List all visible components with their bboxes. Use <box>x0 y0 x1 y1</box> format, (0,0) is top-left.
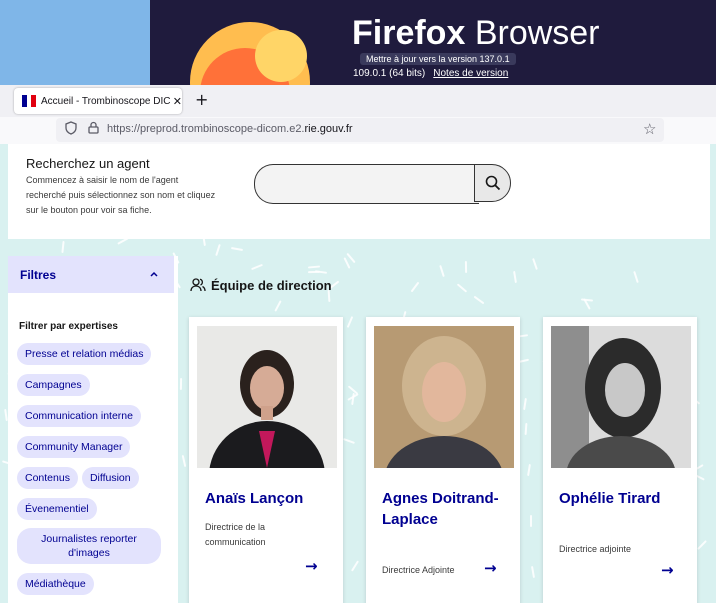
direction-section-header: Équipe de direction <box>190 277 332 293</box>
background-dash <box>307 270 321 274</box>
background-dash <box>350 560 360 572</box>
filter-tag[interactable]: Évenementiel <box>17 498 97 520</box>
agent-role: Directrice de la communication <box>205 522 266 547</box>
agent-card[interactable]: Agnes Doitrand-Laplace Directrice Adjoin… <box>366 317 520 603</box>
team-icon <box>190 278 206 292</box>
search-button[interactable] <box>474 164 511 202</box>
background-dash <box>524 422 528 436</box>
background-dash <box>530 565 536 579</box>
background-dash <box>527 463 531 477</box>
desktop-background <box>0 0 150 85</box>
background-dash <box>439 264 445 278</box>
background-dash <box>274 300 282 312</box>
lock-icon[interactable] <box>88 121 99 137</box>
update-button[interactable]: Mettre à jour vers la version 137.0.1 <box>360 53 516 65</box>
version-number: 109.0.1 (64 bits) <box>353 68 426 79</box>
agent-role: Directrice adjointe <box>559 544 632 554</box>
brand-light: Browser <box>474 14 600 52</box>
background-dash <box>351 392 355 406</box>
background-dash <box>513 270 517 284</box>
background-dash <box>473 295 485 305</box>
filters-toggle[interactable]: Filtres <box>8 256 174 293</box>
agent-role: Directrice Adjointe <box>382 565 455 575</box>
filter-tag[interactable]: Presse et relation médias <box>17 343 152 365</box>
release-notes-link[interactable]: Notes de version <box>433 68 508 79</box>
filter-tag[interactable]: Médiathèque <box>17 573 94 595</box>
agent-photo <box>197 326 337 468</box>
search-icon <box>485 175 500 191</box>
filter-tag[interactable]: Community Manager <box>17 436 131 458</box>
arrow-right-icon[interactable]: → <box>661 561 674 579</box>
background-dash <box>307 265 321 269</box>
firefox-brand-title: Firefox Browser <box>352 14 600 52</box>
filter-tag[interactable]: Diffusion <box>81 467 139 489</box>
search-title: Recherchez un agent <box>26 156 150 171</box>
background-dash <box>530 515 532 527</box>
direction-title: Équipe de direction <box>211 277 332 293</box>
agent-search-input[interactable] <box>254 164 479 204</box>
url-domain: rie.gouv.fr <box>304 123 353 135</box>
background-dash <box>61 240 65 254</box>
background-dash <box>633 270 639 284</box>
agent-photo <box>374 326 514 468</box>
expertise-tags: Presse et relation médias Campagnes Comm… <box>17 342 177 603</box>
url-prefix: https://preprod.trombinoscope-dicom.e2. <box>107 123 305 135</box>
background-dash <box>697 540 707 550</box>
filters-header: Filtres <box>20 267 57 282</box>
url-text[interactable]: https://preprod.trombinoscope-dicom.e2.r… <box>107 123 353 135</box>
agent-photo <box>551 326 691 468</box>
background-dash <box>346 316 354 328</box>
firefox-logo-tail <box>255 30 307 82</box>
agent-name: Anaïs Lançon <box>205 490 304 507</box>
background-dash <box>343 438 355 444</box>
new-tab-button[interactable]: + <box>195 90 208 109</box>
search-help-text: Commencez à saisir le nom de l'agent rec… <box>26 175 216 215</box>
background-dash <box>532 258 538 270</box>
background-dash <box>523 397 527 411</box>
tab-title: Accueil - Trombinoscope DICOM <box>40 95 171 107</box>
filter-tag[interactable]: Campagnes <box>17 374 90 396</box>
background-dash <box>215 243 221 257</box>
agent-card[interactable]: Anaïs Lançon Directrice de la communicat… <box>189 317 343 603</box>
filter-tag[interactable]: Contenus <box>17 467 78 489</box>
close-tab-icon[interactable]: ✕ <box>173 95 182 108</box>
arrow-right-icon[interactable]: → <box>305 557 318 575</box>
background-dash <box>181 454 187 468</box>
background-dash <box>251 263 263 271</box>
arrow-right-icon[interactable]: → <box>484 559 497 577</box>
expertise-filter-title: Filtrer par expertises <box>19 321 118 332</box>
page-content: Recherchez un agent Commencez à saisir l… <box>0 144 716 603</box>
filter-tag[interactable]: Journalistes reporter d'images <box>17 528 161 564</box>
shield-icon[interactable] <box>65 121 77 139</box>
agent-name: Ophélie Tirard <box>559 490 661 507</box>
filters-sidebar: Filtres Filtrer par expertises Presse et… <box>8 256 178 603</box>
tab-accueil[interactable]: Accueil - Trombinoscope DICOM ✕ <box>14 88 182 114</box>
background-dash <box>456 283 468 293</box>
background-dash <box>464 260 468 274</box>
filter-tag[interactable]: Communication interne <box>17 405 141 427</box>
background-dash <box>179 377 183 391</box>
marianne-favicon-icon <box>22 95 36 107</box>
agent-name: Agnes Doitrand-Laplace <box>382 490 499 528</box>
agent-card[interactable]: Ophélie Tirard Directrice adjointe → <box>543 317 697 603</box>
brand-bold: Firefox <box>352 14 466 52</box>
chevron-up-icon <box>150 270 158 280</box>
background-dash <box>410 281 420 293</box>
background-dash <box>230 246 244 252</box>
bookmark-star-icon[interactable]: ☆ <box>643 120 656 138</box>
search-panel: Recherchez un agent Commencez à saisir l… <box>8 144 710 239</box>
firefox-about-window: Firefox Browser Mettre à jour vers la ve… <box>150 0 716 85</box>
version-info: 109.0.1 (64 bits) Notes de version <box>353 68 508 79</box>
